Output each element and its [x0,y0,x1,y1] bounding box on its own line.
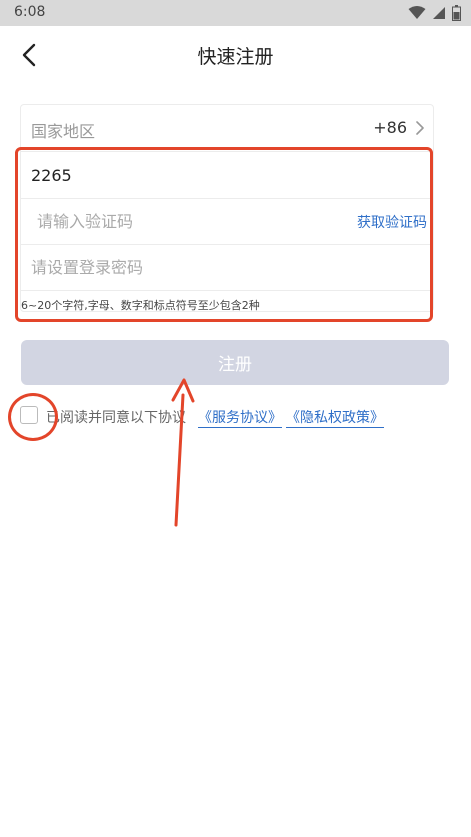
country-label: 国家地区 [31,122,96,141]
country-code: +86 [373,118,407,137]
code-row: 获取验证码 [21,198,433,245]
get-code-button[interactable]: 获取验证码 [357,212,427,232]
register-button[interactable]: 注册 [21,340,449,385]
agreement-text: 已阅读并同意以下协议 [46,410,186,426]
country-row[interactable]: 国家地区 +86 [21,105,433,152]
password-hint: 6~20个字符,字母、数字和标点符号至少包含2种 [21,299,260,312]
battery-icon [452,5,461,21]
privacy-policy-link[interactable]: 《隐私权政策》 [286,407,384,428]
chevron-right-icon [416,121,424,135]
wifi-icon [408,6,426,19]
status-bar: 6:08 [0,0,471,26]
verification-code-input[interactable] [37,208,357,234]
password-row [21,244,433,291]
register-form: 国家地区 +86 获取验证码 6~20个字符,字母、数字和标点符号至少包含2种 [20,104,434,312]
phone-row [21,152,433,199]
service-agreement-link[interactable]: 《服务协议》 [198,407,282,428]
page-title: 快速注册 [197,46,274,68]
signal-icon [433,7,445,19]
password-input[interactable] [31,254,351,280]
status-icons [408,4,461,22]
status-time: 6:08 [14,4,46,20]
agree-checkbox[interactable] [20,406,38,424]
phone-input[interactable] [31,162,351,188]
nav-bar: 快速注册 [0,26,471,84]
